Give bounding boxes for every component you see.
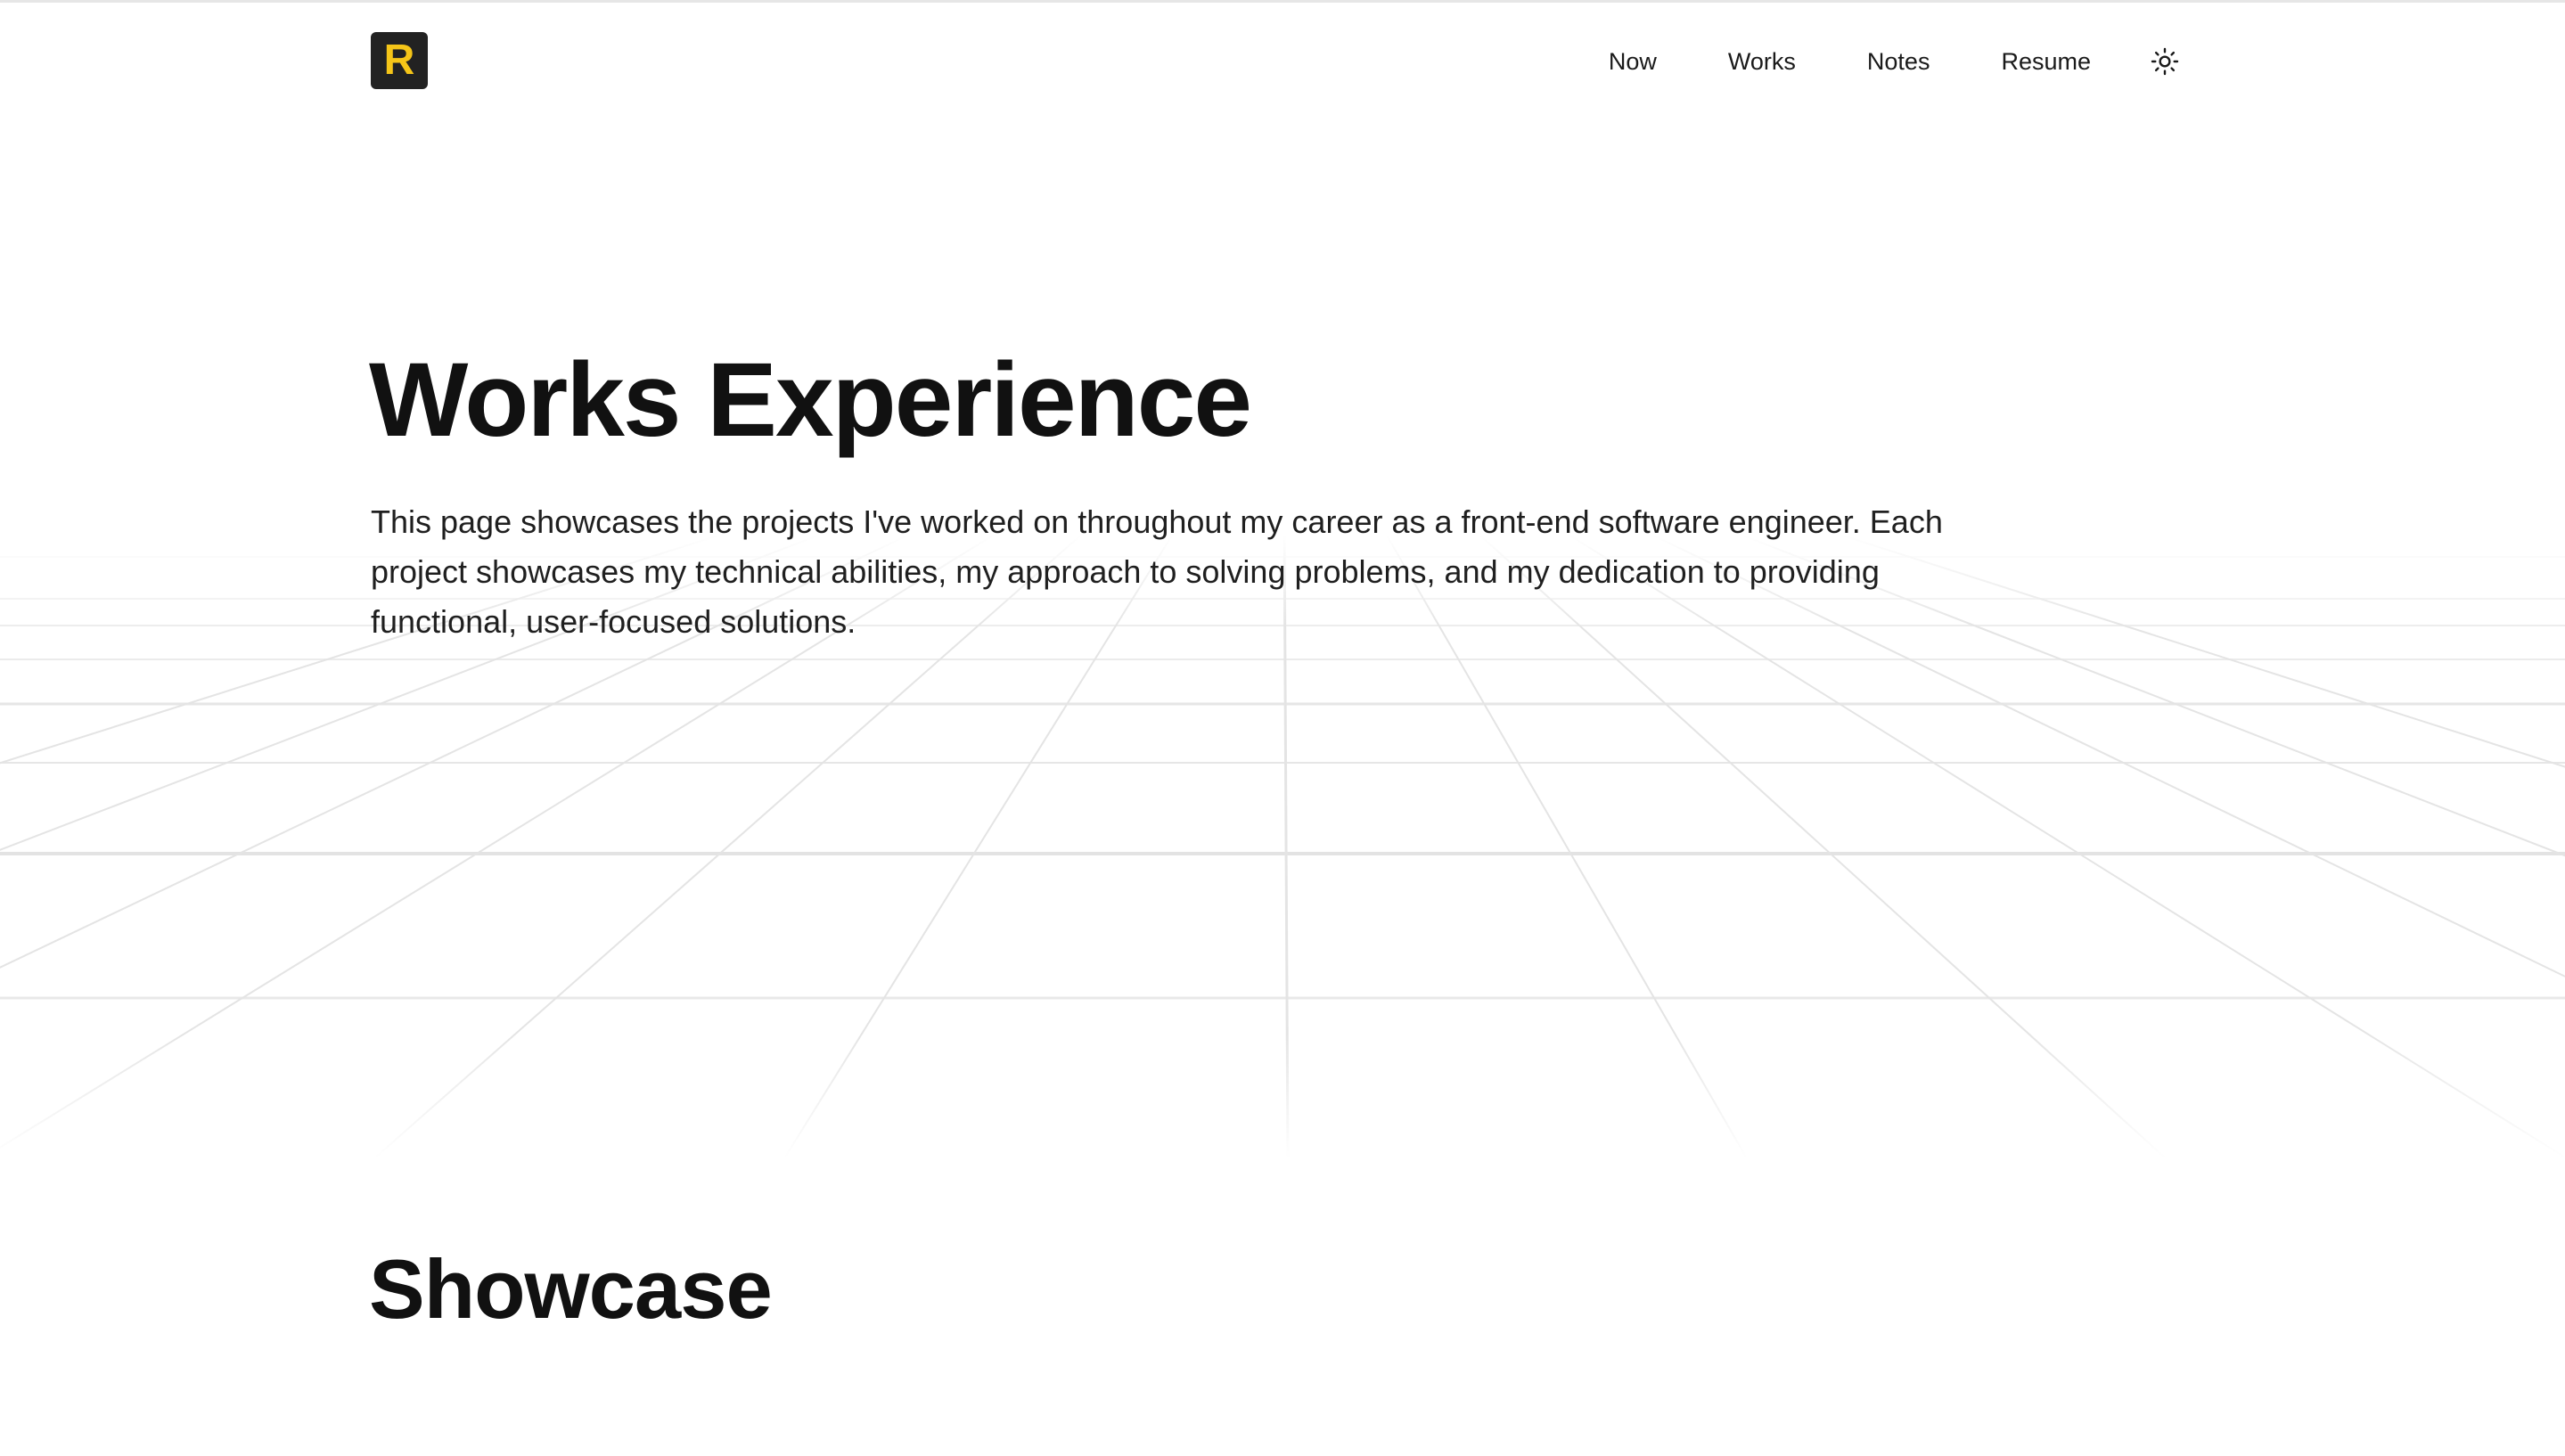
site-header: R Now Works Notes Resume [371, 32, 2180, 91]
logo-home-link[interactable]: R [371, 32, 428, 89]
page-description: This page showcases the projects I've wo… [371, 503, 1943, 640]
nav-link-works[interactable]: Works [1728, 48, 1796, 76]
page: R Now Works Notes Resume Works Experienc… [0, 0, 2565, 1456]
nav-link-now[interactable]: Now [1609, 48, 1657, 76]
theme-toggle-button[interactable] [2150, 46, 2180, 77]
nav-link-notes[interactable]: Notes [1867, 48, 1930, 76]
logo-letter: R [383, 37, 415, 84]
top-divider [0, 0, 2565, 3]
nav-link-resume[interactable]: Resume [2001, 48, 2091, 76]
showcase-heading: Showcase [369, 1242, 773, 1336]
sun-icon [2151, 47, 2179, 76]
page-title: Works Experience [369, 341, 1252, 459]
main-nav: Now Works Notes Resume [1609, 32, 2180, 91]
